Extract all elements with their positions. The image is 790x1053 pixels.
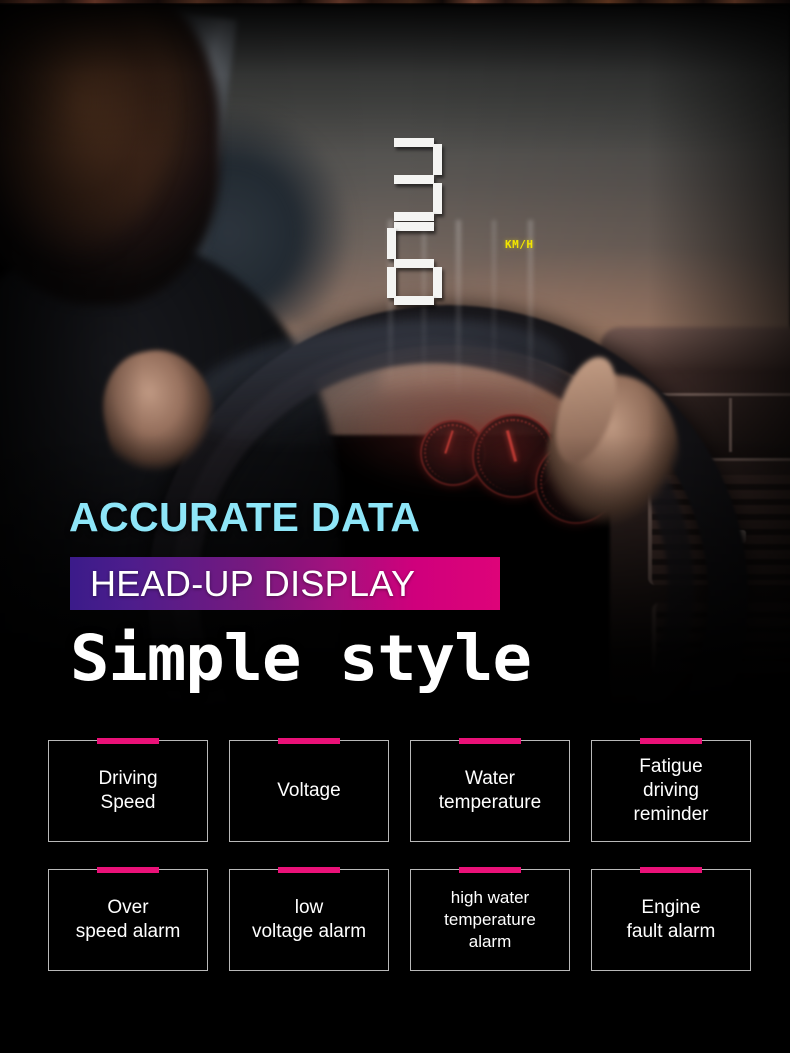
- card-accent-tab: [459, 867, 521, 873]
- hud-digit-ones: [386, 222, 442, 306]
- feature-card-low-voltage-alarm[interactable]: low voltage alarm: [229, 867, 389, 971]
- card-accent-tab: [459, 738, 521, 744]
- feature-label: Water temperature: [438, 768, 542, 813]
- card-accent-tab: [640, 867, 702, 873]
- card-accent-tab: [278, 867, 340, 873]
- product-banner: KM/H ACCURATE DATA HEAD-UP DISPLAY Simpl…: [0, 0, 790, 1053]
- hud-unit-label: KM/H: [505, 238, 534, 251]
- feature-label: Fatigue driving reminder: [633, 756, 709, 825]
- card-accent-tab: [97, 867, 159, 873]
- card-accent-tab: [640, 738, 702, 744]
- headline-accurate-data: ACCURATE DATA: [69, 494, 421, 540]
- feature-card-engine-fault-alarm[interactable]: Engine fault alarm: [591, 867, 751, 971]
- feature-card-over-speed-alarm[interactable]: Over speed alarm: [48, 867, 208, 971]
- feature-label: high water temperature alarm: [444, 888, 536, 951]
- feature-label: Engine fault alarm: [626, 897, 716, 942]
- hud-speed-readout: [386, 138, 516, 305]
- feature-grid: Driving Speed Voltage Water temperature Fa…: [48, 738, 753, 998]
- feature-label: Driving Speed: [98, 768, 158, 813]
- feature-label: Over speed alarm: [75, 897, 181, 942]
- headline-head-up-display: HEAD-UP DISPLAY: [90, 563, 416, 604]
- card-accent-tab: [278, 738, 340, 744]
- feature-row-2: Over speed alarm low voltage alarm high wa…: [48, 867, 753, 971]
- feature-label: Voltage: [277, 780, 341, 801]
- feature-card-water-temperature[interactable]: Water temperature: [410, 738, 570, 842]
- card-accent-tab: [97, 738, 159, 744]
- feature-card-fatigue-driving-reminder[interactable]: Fatigue driving reminder: [591, 738, 751, 842]
- feature-card-driving-speed[interactable]: Driving Speed: [48, 738, 208, 842]
- car-interior-photo: [0, 5, 790, 725]
- feature-card-high-water-temperature-alarm[interactable]: high water temperature alarm: [410, 867, 570, 971]
- hud-digit-tens: [386, 138, 442, 222]
- feature-row-1: Driving Speed Voltage Water temperature Fa…: [48, 738, 753, 842]
- headline-gradient-bar: HEAD-UP DISPLAY: [70, 557, 500, 610]
- headline-simple-style: Simple style: [70, 622, 532, 695]
- feature-card-voltage[interactable]: Voltage: [229, 738, 389, 842]
- feature-label: low voltage alarm: [251, 897, 367, 942]
